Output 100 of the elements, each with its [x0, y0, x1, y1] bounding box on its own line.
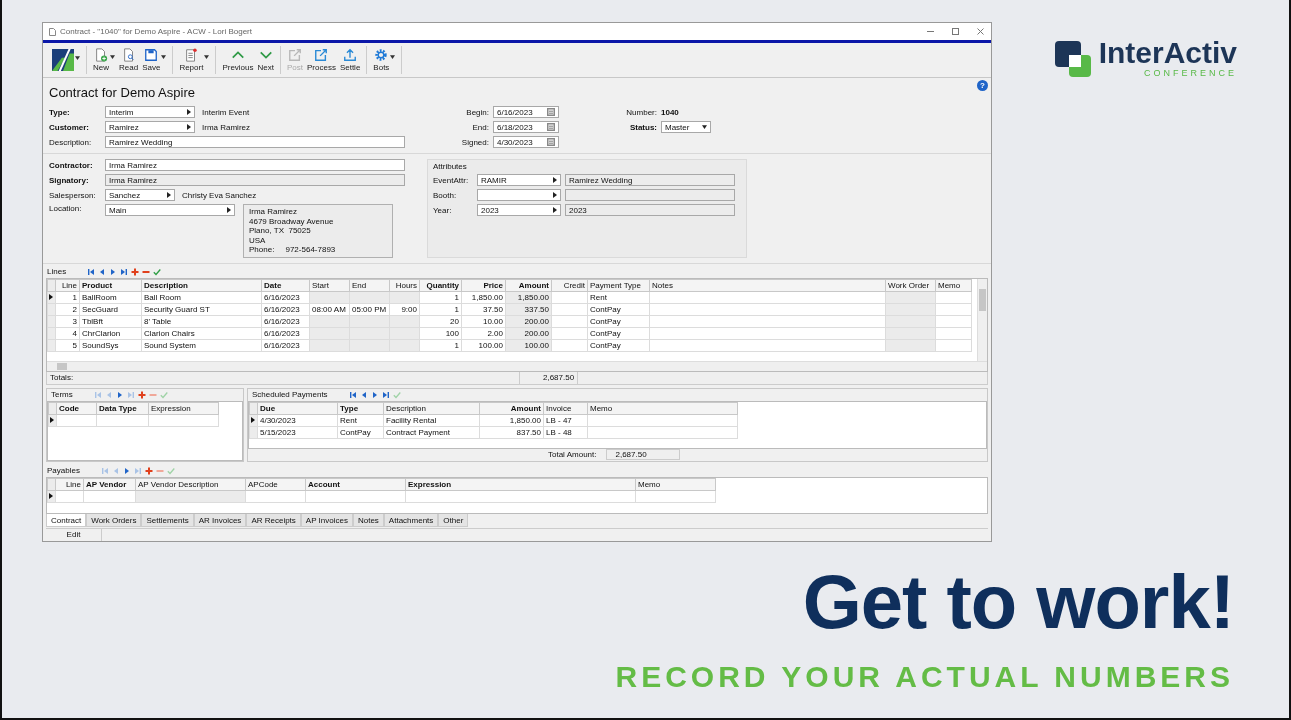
table-cell: 100.00	[478, 340, 503, 350]
date-field[interactable]: 6/18/2023	[493, 121, 559, 133]
toolbar-button[interactable]: Report	[179, 48, 210, 72]
dropdown-field[interactable]	[477, 189, 561, 201]
column-header[interactable]: Memo	[587, 402, 738, 414]
toolbar-button[interactable]: Bots	[373, 48, 396, 72]
table-cell: 337.50	[524, 304, 549, 314]
tab[interactable]: AR Invoices	[193, 514, 247, 527]
column-header[interactable]: APCode	[245, 478, 306, 490]
vertical-scrollbar[interactable]	[977, 278, 987, 362]
column-header[interactable]: Amount	[505, 279, 552, 291]
dropdown-field[interactable]: RAMIR	[477, 174, 561, 186]
column-header[interactable]: Start	[309, 279, 350, 291]
close-icon[interactable]	[976, 27, 985, 36]
column-header[interactable]: Price	[461, 279, 506, 291]
table-cell: 200.00	[524, 316, 549, 326]
row-pointer-icon	[50, 417, 54, 423]
upload-icon	[343, 48, 358, 62]
calendar-icon[interactable]	[547, 123, 555, 131]
horizontal-scrollbar[interactable]	[47, 360, 987, 371]
column-header[interactable]: Memo	[935, 279, 972, 291]
column-header[interactable]: Hours	[389, 279, 420, 291]
readonly-field: 2023	[565, 204, 735, 216]
table-cell: 3	[72, 316, 77, 326]
toolbar-button[interactable]: Process	[307, 48, 336, 72]
first-record-icon[interactable]	[87, 267, 96, 276]
column-header[interactable]: End	[349, 279, 390, 291]
toolbar-button[interactable]: Next	[257, 48, 274, 72]
column-header[interactable]: Invoice	[543, 402, 588, 414]
toolbar-button[interactable]: Settle	[339, 48, 361, 72]
toolbar-button[interactable]: Previous	[222, 48, 254, 72]
first-record-icon[interactable]	[348, 390, 357, 399]
row-selector[interactable]	[48, 414, 57, 426]
column-header[interactable]: Data Type	[96, 402, 149, 414]
column-header[interactable]: Date	[261, 279, 310, 291]
column-header[interactable]: Code	[56, 402, 97, 414]
column-header[interactable]: Due	[257, 402, 338, 414]
column-header[interactable]: AP Vendor	[83, 478, 136, 490]
last-record-icon[interactable]	[120, 267, 129, 276]
field-label: Customer:	[49, 122, 90, 132]
column-header[interactable]: Description	[383, 402, 480, 414]
column-header[interactable]: AP Vendor Description	[135, 478, 246, 490]
column-header[interactable]: Type	[337, 402, 384, 414]
column-header[interactable]: Expression	[148, 402, 219, 414]
row-selector[interactable]	[47, 291, 56, 303]
text-field[interactable]: Ramirez Wedding	[105, 136, 405, 148]
text-field[interactable]: Irma Ramirez	[105, 159, 405, 171]
toolbar-button[interactable]: Save	[142, 48, 167, 72]
dropdown-arrow-icon	[187, 109, 191, 115]
caret-icon	[390, 55, 396, 59]
dropdown-field[interactable]: Master	[661, 121, 711, 133]
column-header[interactable]: Payment Type	[587, 279, 650, 291]
tab[interactable]: Other	[438, 514, 469, 527]
row-selector[interactable]	[249, 414, 258, 426]
column-header[interactable]: Product	[79, 279, 142, 291]
table-cell: 6/16/2023	[264, 292, 300, 302]
tab[interactable]: Work Orders	[86, 514, 142, 527]
tab[interactable]: AP Invoices	[300, 514, 353, 527]
app-menu-button[interactable]	[52, 49, 80, 71]
column-header[interactable]: Quantity	[419, 279, 462, 291]
add-icon[interactable]	[131, 267, 140, 276]
caret-icon	[702, 125, 707, 129]
tab[interactable]: Attachments	[383, 514, 439, 527]
add-icon[interactable]	[137, 390, 146, 399]
column-header[interactable]: Notes	[649, 279, 886, 291]
column-header[interactable]: Expression	[405, 478, 636, 490]
date-field[interactable]: 6/16/2023	[493, 106, 559, 118]
tab[interactable]: Contract	[46, 514, 87, 527]
calendar-icon[interactable]	[547, 138, 555, 146]
dropdown-field[interactable]: Ramirez	[105, 121, 195, 133]
date-field[interactable]: 4/30/2023	[493, 136, 559, 148]
column-header[interactable]: Credit	[551, 279, 588, 291]
app-logo-icon	[52, 49, 74, 71]
tab[interactable]: AR Receipts	[246, 514, 301, 527]
help-button[interactable]: ?	[977, 80, 988, 91]
dropdown-field[interactable]: Main	[105, 204, 235, 216]
add-icon[interactable]	[144, 466, 153, 475]
column-header[interactable]: Account	[305, 478, 406, 490]
column-header[interactable]: Memo	[635, 478, 716, 490]
column-header[interactable]: Description	[141, 279, 262, 291]
maximize-icon[interactable]	[951, 27, 960, 36]
total-value: 2,687.50	[519, 371, 579, 384]
column-header[interactable]: Line	[55, 478, 84, 490]
column-header[interactable]: Work Order	[885, 279, 936, 291]
tab[interactable]: Notes	[352, 514, 384, 527]
table-cell: 1	[454, 340, 459, 350]
tab[interactable]: Settlements	[141, 514, 194, 527]
dropdown-field[interactable]: Interim	[105, 106, 195, 118]
last-record-icon[interactable]	[381, 390, 390, 399]
dropdown-field[interactable]: Sanchez	[105, 189, 175, 201]
table-cell: 1	[72, 292, 77, 302]
column-header[interactable]: Amount	[479, 402, 544, 414]
column-header[interactable]: Line	[55, 279, 80, 291]
row-selector[interactable]	[47, 490, 56, 502]
calendar-icon[interactable]	[547, 108, 555, 116]
toolbar-button[interactable]: Read	[119, 48, 139, 72]
checkmark-icon[interactable]	[153, 267, 162, 276]
toolbar-button[interactable]: New	[93, 48, 115, 72]
dropdown-field[interactable]: 2023	[477, 204, 561, 216]
caret-icon	[161, 55, 167, 59]
